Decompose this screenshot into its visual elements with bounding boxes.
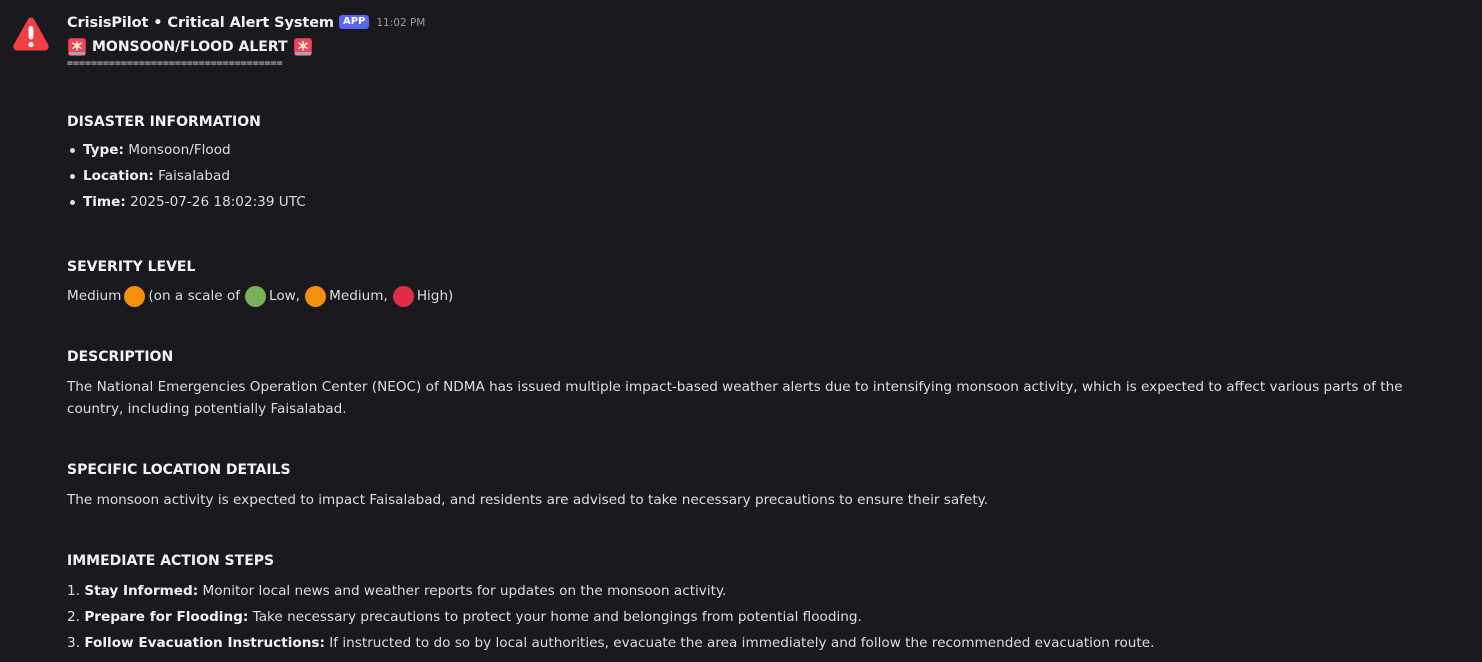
timestamp[interactable]: 11:02 PM [376, 17, 425, 29]
item-label: Time: [83, 194, 126, 210]
list-item: 2. Prepare for Flooding: Take necessary … [67, 604, 1462, 630]
step-label: Stay Informed: [84, 583, 199, 599]
rotating-light-icon [293, 37, 313, 57]
item-label: Type: [83, 142, 124, 158]
avatar[interactable] [12, 15, 50, 53]
severity-scale-prefix: (on a scale of [148, 288, 241, 304]
section-heading-disaster: DISASTER INFORMATION [67, 114, 261, 130]
disaster-info-list: Type: Monsoon/Flood Location: Faisalabad… [67, 137, 1462, 215]
orange-circle-icon [124, 285, 146, 307]
severity-level: Medium [67, 288, 122, 304]
section-heading-location: SPECIFIC LOCATION DETAILS [67, 462, 291, 478]
section-heading-severity: SEVERITY LEVEL [67, 259, 196, 275]
action-steps-list: 1. Stay Informed: Monitor local news and… [67, 578, 1462, 656]
step-label: Prepare for Flooding: [84, 609, 249, 625]
app-badge: APP [338, 15, 370, 29]
alert-title: MONSOON/FLOOD ALERT [67, 35, 1462, 58]
orange-circle-icon [305, 285, 327, 307]
red-circle-icon [392, 285, 414, 307]
warning-icon [13, 17, 49, 51]
list-item: Location: Faisalabad [70, 163, 1462, 189]
list-item: 3. Follow Evacuation Instructions: If in… [67, 630, 1462, 656]
severity-high: High) [416, 288, 454, 304]
item-value: 2025-07-26 18:02:39 UTC [130, 194, 306, 210]
step-number: 1. [67, 583, 80, 599]
severity-medium: Medium, [329, 288, 388, 304]
section-heading-description: DESCRIPTION [67, 349, 174, 365]
item-value: Faisalabad [158, 168, 230, 184]
alert-message: CrisisPilot • Critical Alert System APP … [0, 0, 1482, 662]
location-details-text: The monsoon activity is expected to impa… [67, 492, 989, 508]
item-value: Monsoon/Flood [128, 142, 231, 158]
green-circle-icon [245, 285, 267, 307]
step-number: 2. [67, 609, 80, 625]
alert-title-text: MONSOON/FLOOD ALERT [92, 38, 288, 55]
severity-line: Medium (on a scale of Low, Medium, High) [67, 285, 1462, 307]
message-header: CrisisPilot • Critical Alert System APP … [67, 12, 1462, 34]
severity-low: Low, [269, 288, 301, 304]
section-heading-actions: IMMEDIATE ACTION STEPS [67, 553, 275, 569]
step-text: If instructed to do so by local authorit… [329, 635, 1155, 651]
rotating-light-icon [67, 37, 87, 57]
step-label: Follow Evacuation Instructions: [84, 635, 325, 651]
list-item: Type: Monsoon/Flood [70, 137, 1462, 163]
list-item: Time: 2025-07-26 18:02:39 UTC [70, 189, 1462, 215]
item-label: Location: [83, 168, 154, 184]
step-number: 3. [67, 635, 80, 651]
divider-line: ==================================== [67, 58, 283, 69]
author-name[interactable]: CrisisPilot • Critical Alert System [67, 15, 334, 31]
step-text: Take necessary precautions to protect yo… [252, 609, 862, 625]
list-item: 1. Stay Informed: Monitor local news and… [67, 578, 1462, 604]
description-text: The National Emergencies Operation Cente… [67, 379, 1403, 417]
step-text: Monitor local news and weather reports f… [202, 583, 727, 599]
message-content: CrisisPilot • Critical Alert System APP … [67, 12, 1462, 656]
